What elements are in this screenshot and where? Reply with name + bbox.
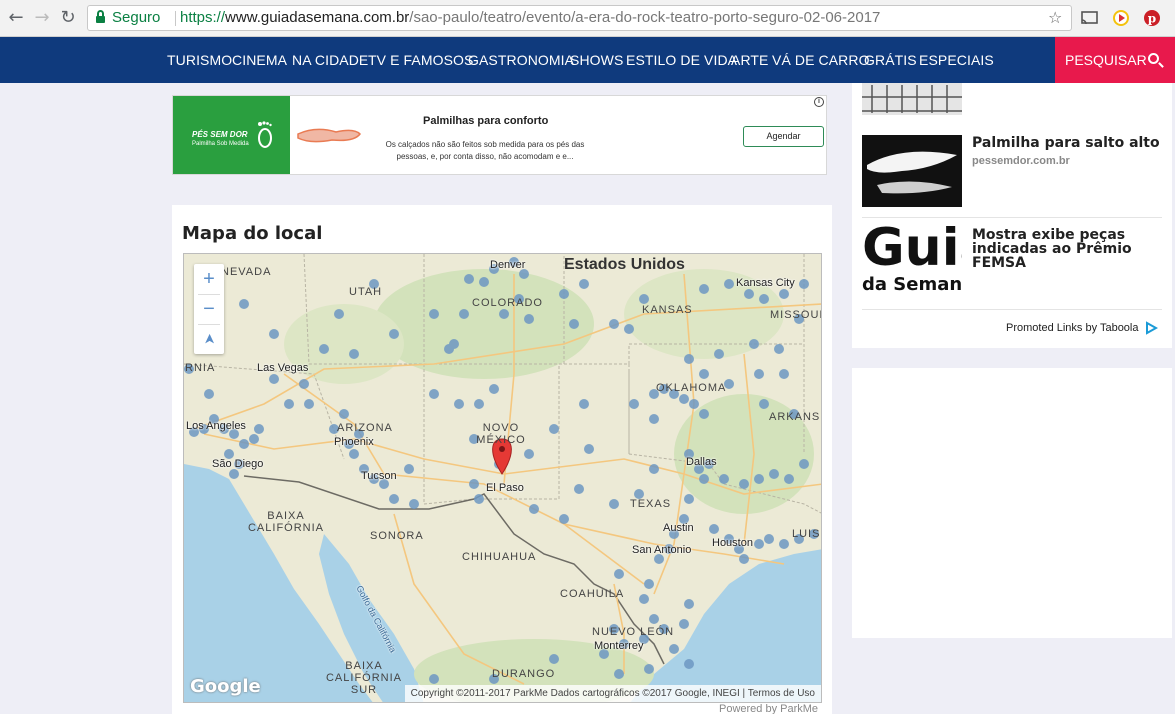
powered-by-parkme[interactable]: Powered by ParkMe bbox=[719, 703, 818, 714]
nav-item-na-cidade[interactable]: NA CIDADE bbox=[292, 52, 368, 68]
zoom-controls: + − ➤ bbox=[194, 264, 224, 354]
widget-divider bbox=[862, 309, 1162, 310]
map-city-label: Las Vegas bbox=[257, 362, 309, 374]
ad-info-icon[interactable]: i bbox=[814, 97, 824, 107]
pinterest-icon[interactable]: p bbox=[1142, 8, 1162, 28]
map-city-label: Monterrey bbox=[594, 640, 644, 652]
taboola-widget: Palmilha para salto alto pessemdor.com.b… bbox=[852, 83, 1172, 348]
map-region-label: MISSOUI bbox=[770, 309, 822, 321]
map-region-label: NOVO MÉXICO bbox=[476, 422, 526, 446]
map-region-label: SONORA bbox=[370, 530, 424, 542]
zoom-in-button[interactable]: + bbox=[194, 264, 224, 294]
nav-item-gastronomia[interactable]: GASTRONOMIA bbox=[468, 52, 574, 68]
url-text[interactable]: https://www.guiadasemana.com.br/sao-paul… bbox=[180, 6, 880, 30]
extension-play-icon[interactable] bbox=[1111, 8, 1131, 28]
map-city-label: São Diego bbox=[212, 458, 264, 470]
map-city-label: Los Angeles bbox=[186, 420, 246, 432]
map-city-label: El Paso bbox=[486, 482, 524, 494]
map-city-label: Phoenix bbox=[334, 436, 374, 448]
sponsored-link-title[interactable]: Mostra exibe peças indicadas ao Prêmio F… bbox=[972, 228, 1162, 270]
sponsored-link-title[interactable]: Palmilha para salto alto bbox=[972, 136, 1160, 150]
insole-thumbnail[interactable] bbox=[862, 135, 962, 207]
map-city-label: Denver bbox=[490, 259, 526, 271]
nav-item-va-de-carro[interactable]: VÁ DE CARRO bbox=[772, 52, 870, 68]
map-view[interactable]: Estados Unidos NEVADA UTAH COLORADO KANS… bbox=[183, 253, 822, 703]
map-region-label: COAHUILA bbox=[560, 588, 625, 600]
nav-item-shows[interactable]: SHOWS bbox=[570, 52, 623, 68]
map-region-label: BAIXA CALIFÓRNIA SUR bbox=[325, 660, 402, 696]
building-thumbnail[interactable] bbox=[862, 83, 962, 115]
ad-logo: PÉS SEM DOR Palmilha Sob Medida bbox=[173, 96, 290, 174]
svg-text:p: p bbox=[1148, 12, 1156, 26]
ad-schedule-button[interactable]: Agendar bbox=[743, 126, 824, 147]
ad-description: Os calçados não são feitos sob medida pa… bbox=[385, 140, 585, 161]
map-region-label: RNIA bbox=[185, 362, 216, 374]
map-region-label: OKLAHOMA bbox=[656, 382, 727, 394]
forward-icon[interactable]: → bbox=[32, 8, 52, 28]
address-bar[interactable]: Seguro https://www.guiadasemana.com.br/s… bbox=[87, 5, 1072, 31]
map-city-label: Kansas City bbox=[736, 277, 795, 289]
map-region-label: NUEVO LEÓN bbox=[592, 626, 675, 638]
map-section: Mapa do local Estados Unidos NEVADA UTAH… bbox=[172, 205, 832, 714]
map-city-label: Austin bbox=[663, 522, 694, 534]
back-icon[interactable]: ← bbox=[6, 8, 26, 28]
map-city-label: Dallas bbox=[686, 456, 717, 468]
promoted-links-label[interactable]: Promoted Links by Taboola bbox=[1006, 322, 1139, 334]
map-heading: Mapa do local bbox=[182, 223, 323, 244]
nav-item-tv-e-famosos[interactable]: TV E FAMOSOS bbox=[368, 52, 473, 68]
sponsored-link-source: pessemdor.com.br bbox=[972, 155, 1070, 167]
browser-toolbar: ← → ↻ Seguro https://www.guiadasemana.co… bbox=[0, 0, 1175, 37]
widget-divider bbox=[862, 217, 1162, 218]
taboola-icon[interactable] bbox=[1144, 321, 1158, 335]
address-separator bbox=[175, 11, 176, 26]
nav-item-estilo-de-vida[interactable]: ESTILO DE VIDA bbox=[626, 52, 737, 68]
map-country-label: Estados Unidos bbox=[564, 256, 685, 273]
google-logo: Google bbox=[190, 676, 261, 697]
lock-icon bbox=[96, 10, 105, 24]
map-region-label: COLORADO bbox=[472, 297, 543, 309]
secure-label: Seguro bbox=[112, 9, 161, 26]
map-region-label: DURANGO bbox=[492, 668, 556, 680]
ad-banner[interactable]: PÉS SEM DOR Palmilha Sob Medida Palmilha… bbox=[172, 95, 827, 175]
nav-item-especiais[interactable]: ESPECIAIS bbox=[919, 52, 994, 68]
ad-title[interactable]: Palmilhas para conforto bbox=[423, 115, 548, 127]
map-region-label: UTAH bbox=[349, 286, 383, 298]
map-city-label: Tucson bbox=[361, 470, 397, 482]
map-region-label: ARIZONA bbox=[337, 422, 393, 434]
ad-slot bbox=[852, 368, 1172, 638]
nav-item-arte[interactable]: ARTE bbox=[731, 52, 769, 68]
map-attribution[interactable]: Copyright ©2011-2017 ParkMe Dados cartog… bbox=[404, 685, 821, 702]
locate-icon[interactable]: ➤ bbox=[194, 324, 224, 354]
map-region-label: KANSAS bbox=[642, 304, 693, 316]
search-icon bbox=[1148, 53, 1159, 64]
map-region-label: NEVADA bbox=[221, 266, 272, 278]
map-region-label: LUISI bbox=[792, 528, 822, 540]
cast-icon[interactable] bbox=[1080, 8, 1100, 28]
foot-icon bbox=[258, 121, 272, 148]
map-region-label: CHIHUAHUA bbox=[462, 551, 537, 563]
search-button[interactable]: PESQUISAR bbox=[1055, 37, 1175, 83]
nav-item-cinema[interactable]: CINEMA bbox=[232, 52, 287, 68]
map-canvas bbox=[184, 254, 821, 702]
site-nav: TURISMO CINEMA NA CIDADE TV E FAMOSOS GA… bbox=[0, 37, 1175, 83]
map-region-label: BAIXA CALIFÓRNIA bbox=[247, 510, 324, 534]
zoom-out-button[interactable]: − bbox=[194, 294, 224, 324]
nav-item-turismo[interactable]: TURISMO bbox=[167, 52, 232, 68]
map-region-label: ARKANS bbox=[769, 411, 821, 423]
bookmark-star-icon[interactable]: ☆ bbox=[1048, 6, 1062, 30]
guia-logo-thumbnail[interactable]: Guia da Semana bbox=[862, 226, 962, 300]
insole-image bbox=[297, 128, 361, 143]
map-city-label: San Antonio bbox=[632, 544, 692, 556]
reload-icon[interactable]: ↻ bbox=[58, 8, 78, 28]
map-region-label: TEXAS bbox=[630, 498, 672, 510]
nav-item-gratis[interactable]: GRÁTIS bbox=[864, 52, 917, 68]
map-city-label: Houston bbox=[712, 537, 753, 549]
